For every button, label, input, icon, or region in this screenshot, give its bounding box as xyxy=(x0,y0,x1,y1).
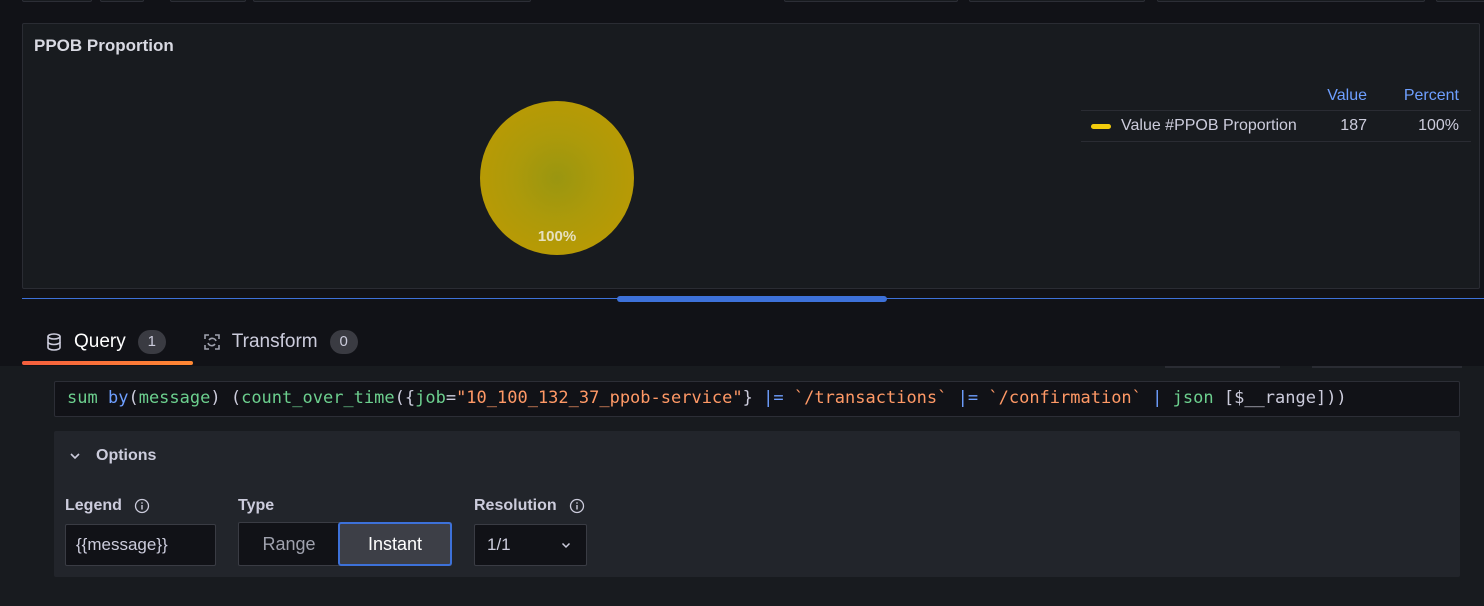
legend-field-label: Legend xyxy=(65,497,150,515)
legend-format-input[interactable] xyxy=(65,524,216,566)
editor-tabs: Query 1 Transform 0 xyxy=(22,322,372,366)
options-toggle[interactable]: Options xyxy=(68,447,156,465)
query-token xyxy=(98,388,108,408)
editor-toolbar-edge xyxy=(1165,366,1280,368)
pie-slice[interactable]: 100% xyxy=(480,101,634,255)
database-icon xyxy=(47,333,61,351)
pie-legend-table: Value Percent Value #PPOB Proportion 187… xyxy=(1081,81,1471,142)
query-token: message xyxy=(138,388,211,408)
tab-transform-count: 0 xyxy=(329,330,358,354)
query-token: [$__range])) xyxy=(1213,388,1347,408)
query-token: |= xyxy=(957,388,979,408)
toolbar-control[interactable] xyxy=(1157,0,1425,2)
query-type-radio-group: Range Instant xyxy=(238,522,452,566)
chevron-down-icon xyxy=(70,453,80,460)
legend-label-text: Legend xyxy=(65,497,122,514)
active-tab-indicator xyxy=(22,361,193,365)
query-token: "10_100_132_37_ppob-service" xyxy=(456,388,743,408)
options-title: Options xyxy=(96,447,157,464)
query-input[interactable]: sum by(message) (count_over_time({job="1… xyxy=(54,381,1460,417)
panel-title[interactable]: PPOB Proportion xyxy=(34,36,174,56)
legend-color-swatch[interactable] xyxy=(1091,123,1111,129)
legend-header: Value Percent xyxy=(1081,81,1471,111)
query-token: json xyxy=(1172,388,1214,408)
toolbar-control[interactable] xyxy=(969,0,1145,2)
resolution-field-label: Resolution xyxy=(474,497,585,515)
type-field-label: Type xyxy=(238,497,274,515)
query-token: count_over_time xyxy=(241,388,395,408)
query-token: ) ( xyxy=(210,388,242,408)
legend-series-value: 187 xyxy=(1340,117,1367,134)
info-icon[interactable] xyxy=(569,498,585,514)
transform-icon xyxy=(203,334,220,350)
resolution-value: 1/1 xyxy=(487,535,511,554)
query-token xyxy=(1142,388,1152,408)
query-token: by xyxy=(107,388,129,408)
pane-resize-handle[interactable] xyxy=(617,296,887,302)
legend-header-value[interactable]: Value xyxy=(1307,87,1367,105)
toolbar-control[interactable] xyxy=(253,0,531,2)
resolution-select[interactable]: 1/1 xyxy=(474,524,587,566)
chevron-down-icon xyxy=(561,542,571,549)
pie-slice-label: 100% xyxy=(537,228,577,245)
type-instant-option[interactable]: Instant xyxy=(338,522,452,566)
options-section: Options Legend Type Range Instant Resolu… xyxy=(54,431,1460,577)
legend-header-percent[interactable]: Percent xyxy=(1389,87,1459,105)
editor-toolbar-edge xyxy=(1312,366,1462,368)
info-icon[interactable] xyxy=(134,498,150,514)
toolbar-control[interactable] xyxy=(784,0,958,2)
tab-transform-label: Transform xyxy=(231,331,318,352)
query-token xyxy=(784,388,794,408)
type-range-option[interactable]: Range xyxy=(239,523,339,565)
tab-query-label: Query xyxy=(74,331,126,352)
query-token: job xyxy=(415,388,446,408)
query-token: } xyxy=(742,388,764,408)
type-label-text: Type xyxy=(238,497,275,514)
query-token: sum xyxy=(67,388,98,408)
pie-chart-panel: PPOB Proportion 100% Value Percent Value… xyxy=(22,23,1480,289)
toolbar-control[interactable] xyxy=(100,0,144,2)
toolbar-strip xyxy=(0,0,1484,4)
toolbar-control[interactable] xyxy=(1436,0,1484,2)
query-token: ({ xyxy=(394,388,416,408)
legend-series-percent: 100% xyxy=(1418,117,1459,134)
query-token: | xyxy=(1152,388,1163,408)
legend-row[interactable]: Value #PPOB Proportion 187 100% xyxy=(1081,111,1471,142)
query-token xyxy=(947,388,957,408)
query-token xyxy=(978,388,988,408)
query-token: ( xyxy=(128,388,139,408)
resolution-label-text: Resolution xyxy=(474,497,557,514)
query-token: `/confirmation` xyxy=(988,388,1142,408)
query-token: |= xyxy=(763,388,784,408)
query-token: = xyxy=(445,388,457,408)
toolbar-control[interactable] xyxy=(22,0,92,2)
query-token xyxy=(1162,388,1172,408)
query-token: `/transactions` xyxy=(793,388,948,408)
tab-query-count: 1 xyxy=(137,330,166,354)
toolbar-control[interactable] xyxy=(170,0,246,2)
tab-query[interactable]: Query 1 xyxy=(22,322,180,362)
legend-series-name[interactable]: Value #PPOB Proportion xyxy=(1121,117,1307,135)
tab-transform[interactable]: Transform 0 xyxy=(180,322,372,362)
